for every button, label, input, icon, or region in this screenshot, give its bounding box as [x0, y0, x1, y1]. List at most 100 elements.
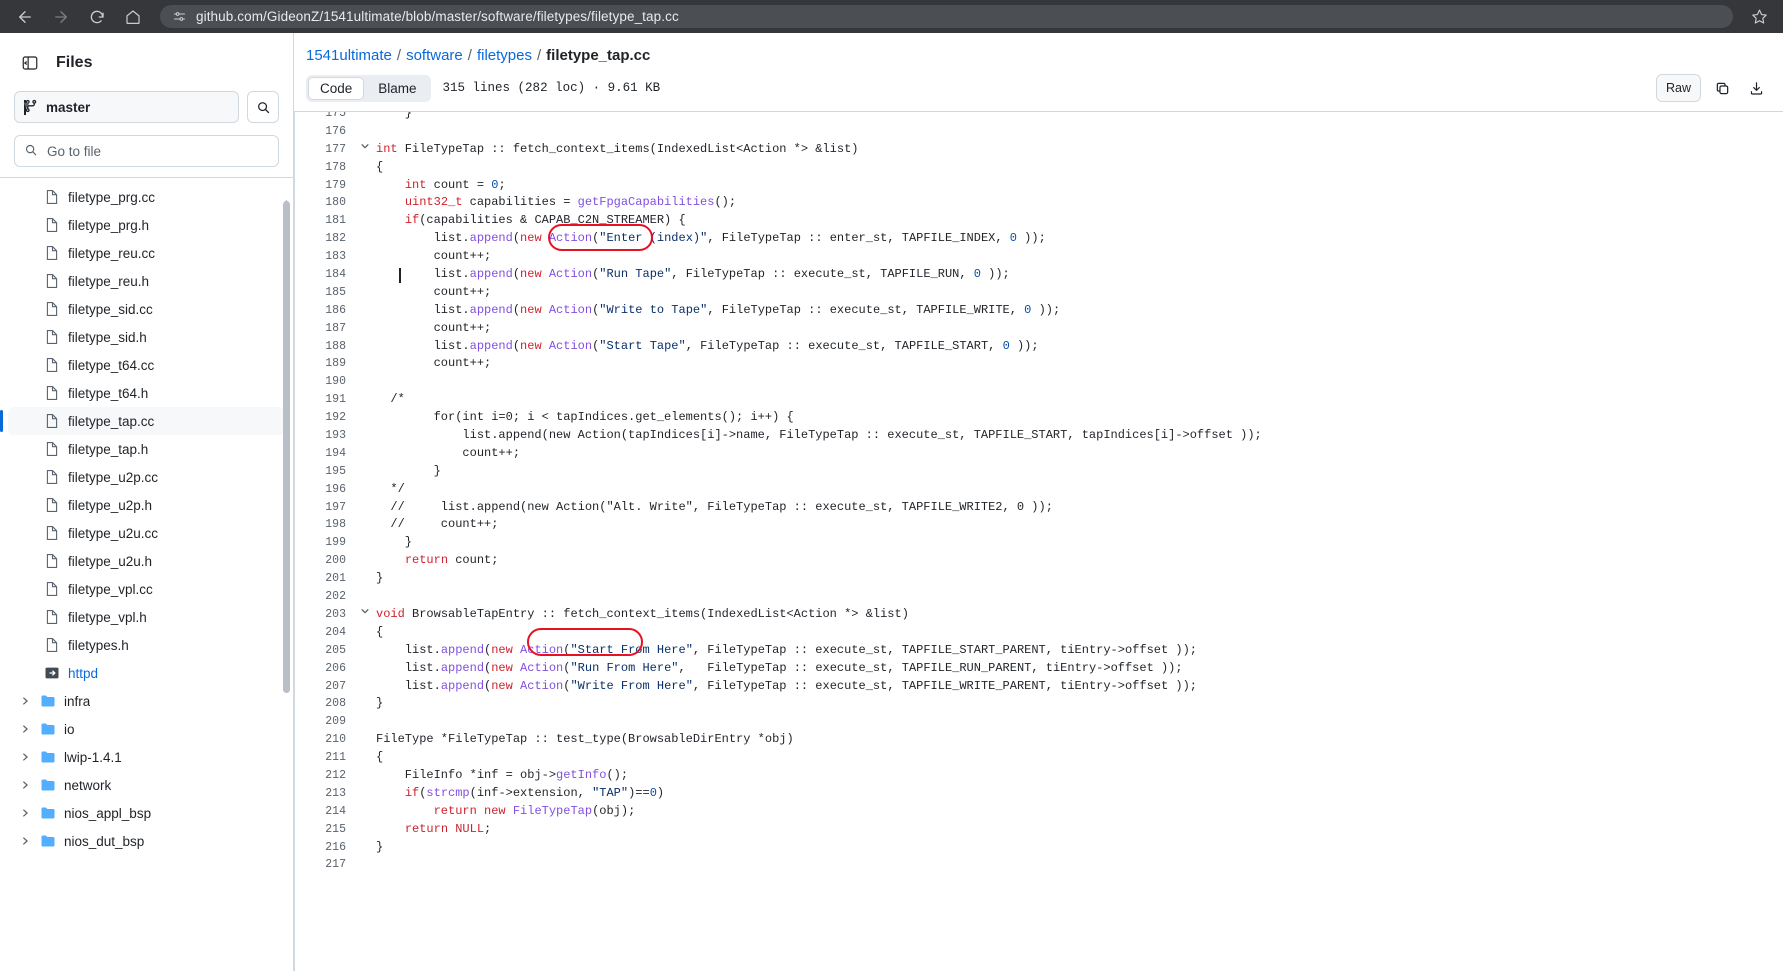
- line-number[interactable]: 190: [294, 373, 354, 391]
- line-number[interactable]: 203: [294, 606, 354, 624]
- sidebar-item-httpd[interactable]: httpd: [8, 659, 285, 687]
- code-viewport[interactable]: 175 } 176 177 int FileTypeTap :: fetch_cont…: [294, 112, 1783, 971]
- line-number[interactable]: 181: [294, 212, 354, 230]
- sidebar-scrollbar-thumb[interactable]: [283, 201, 290, 693]
- line-number[interactable]: 179: [294, 177, 354, 195]
- line-number[interactable]: 204: [294, 624, 354, 642]
- line-number[interactable]: 188: [294, 338, 354, 356]
- sidebar-toggle-icon[interactable]: [14, 47, 46, 79]
- branch-selector[interactable]: master ▾: [14, 91, 239, 123]
- line-number[interactable]: 208: [294, 695, 354, 713]
- sidebar-item-filetype-t64-h[interactable]: filetype_t64.h: [8, 379, 285, 407]
- line-number[interactable]: 205: [294, 642, 354, 660]
- line-number[interactable]: 214: [294, 803, 354, 821]
- chevron-right-icon[interactable]: [18, 808, 32, 818]
- sidebar-item-filetype-u2u-h[interactable]: filetype_u2u.h: [8, 547, 285, 575]
- chevron-right-icon[interactable]: [18, 780, 32, 790]
- sidebar-item-filetype-vpl-cc[interactable]: filetype_vpl.cc: [8, 575, 285, 603]
- copy-icon[interactable]: [1709, 75, 1735, 101]
- line-number[interactable]: 206: [294, 660, 354, 678]
- line-number[interactable]: 194: [294, 445, 354, 463]
- sidebar-item-filetype-tap-cc[interactable]: filetype_tap.cc: [0, 407, 285, 435]
- raw-button[interactable]: Raw: [1655, 74, 1701, 102]
- sidebar-item-network[interactable]: network: [8, 771, 285, 799]
- sidebar-search-button[interactable]: [247, 91, 279, 123]
- tab-blame[interactable]: Blame: [366, 77, 428, 100]
- file-icon: [44, 553, 60, 569]
- line-number[interactable]: 189: [294, 355, 354, 373]
- line-number[interactable]: 182: [294, 230, 354, 248]
- line-number[interactable]: 212: [294, 767, 354, 785]
- line-number[interactable]: 178: [294, 159, 354, 177]
- download-icon[interactable]: [1743, 75, 1769, 101]
- file-tree[interactable]: filetype_prg.cc filetype_prg.h filetype_re…: [0, 178, 293, 971]
- line-number[interactable]: 201: [294, 570, 354, 588]
- sidebar-item-nios-appl-bsp[interactable]: nios_appl_bsp: [8, 799, 285, 827]
- sidebar-item-filetype-reu-cc[interactable]: filetype_reu.cc: [8, 239, 285, 267]
- chevron-right-icon[interactable]: [18, 724, 32, 734]
- line-number[interactable]: 187: [294, 320, 354, 338]
- sidebar-item-filetype-reu-h[interactable]: filetype_reu.h: [8, 267, 285, 295]
- back-button[interactable]: [10, 2, 40, 32]
- line-number[interactable]: 195: [294, 463, 354, 481]
- sidebar-item-filetype-tap-h[interactable]: filetype_tap.h: [8, 435, 285, 463]
- line-number[interactable]: 191: [294, 391, 354, 409]
- line-number[interactable]: 192: [294, 409, 354, 427]
- line-number[interactable]: 193: [294, 427, 354, 445]
- line-number[interactable]: 213: [294, 785, 354, 803]
- line-number[interactable]: 209: [294, 713, 354, 731]
- line-number[interactable]: 180: [294, 194, 354, 212]
- line-number[interactable]: 176: [294, 123, 354, 141]
- line-number[interactable]: 186: [294, 302, 354, 320]
- line-number[interactable]: 211: [294, 749, 354, 767]
- chevron-right-icon[interactable]: [18, 696, 32, 706]
- code-fold-toggle-icon[interactable]: [354, 141, 376, 159]
- sidebar-item-filetype-vpl-h[interactable]: filetype_vpl.h: [8, 603, 285, 631]
- breadcrumb-repo[interactable]: 1541ultimate: [306, 47, 392, 64]
- line-number[interactable]: 197: [294, 499, 354, 517]
- line-number[interactable]: 217: [294, 856, 354, 874]
- line-number[interactable]: 196: [294, 481, 354, 499]
- line-number[interactable]: 200: [294, 552, 354, 570]
- line-number[interactable]: 184: [294, 266, 354, 284]
- sidebar-item-filetype-sid-cc[interactable]: filetype_sid.cc: [8, 295, 285, 323]
- sidebar-item-filetype-u2u-cc[interactable]: filetype_u2u.cc: [8, 519, 285, 547]
- line-number[interactable]: 177: [294, 141, 354, 159]
- chevron-right-icon[interactable]: [18, 836, 32, 846]
- line-number[interactable]: 198: [294, 516, 354, 534]
- sidebar-item-filetype-prg-cc[interactable]: filetype_prg.cc: [8, 183, 285, 211]
- line-number[interactable]: 215: [294, 821, 354, 839]
- sidebar-item-filetype-t64-cc[interactable]: filetype_t64.cc: [8, 351, 285, 379]
- line-number[interactable]: 185: [294, 284, 354, 302]
- code-fold-toggle-icon[interactable]: [354, 606, 376, 624]
- star-icon[interactable]: [1745, 3, 1773, 31]
- line-number[interactable]: 183: [294, 248, 354, 266]
- sidebar-item-filetype-u2p-h[interactable]: filetype_u2p.h: [8, 491, 285, 519]
- code-line: 211 {: [294, 749, 1783, 767]
- tab-code[interactable]: Code: [308, 76, 365, 100]
- line-number[interactable]: 202: [294, 588, 354, 606]
- line-number[interactable]: 207: [294, 678, 354, 696]
- sidebar-item-lwip-1-4-1[interactable]: lwip-1.4.1: [8, 743, 285, 771]
- chevron-right-icon[interactable]: [18, 752, 32, 762]
- sidebar-item-filetypes-h[interactable]: filetypes.h: [8, 631, 285, 659]
- forward-button[interactable]: [46, 2, 76, 32]
- sidebar-item-filetype-prg-h[interactable]: filetype_prg.h: [8, 211, 285, 239]
- sidebar-item-label: nios_dut_bsp: [64, 833, 145, 849]
- line-number[interactable]: 175: [294, 112, 354, 123]
- breadcrumb-filetypes[interactable]: filetypes: [477, 47, 532, 64]
- sidebar-item-nios-dut-bsp[interactable]: nios_dut_bsp: [8, 827, 285, 855]
- line-number[interactable]: 210: [294, 731, 354, 749]
- reload-button[interactable]: [82, 2, 112, 32]
- go-to-file-input[interactable]: Go to file: [14, 135, 279, 167]
- sidebar-item-filetype-u2p-cc[interactable]: filetype_u2p.cc: [8, 463, 285, 491]
- address-bar[interactable]: github.com/GideonZ/1541ultimate/blob/mas…: [160, 5, 1733, 28]
- sidebar-item-infra[interactable]: infra: [8, 687, 285, 715]
- home-button[interactable]: [118, 2, 148, 32]
- breadcrumb-software[interactable]: software: [406, 47, 463, 64]
- sidebar-item-io[interactable]: io: [8, 715, 285, 743]
- line-number[interactable]: 216: [294, 839, 354, 857]
- sidebar-item-filetype-sid-h[interactable]: filetype_sid.h: [8, 323, 285, 351]
- line-number[interactable]: 199: [294, 534, 354, 552]
- site-settings-icon[interactable]: [172, 9, 187, 24]
